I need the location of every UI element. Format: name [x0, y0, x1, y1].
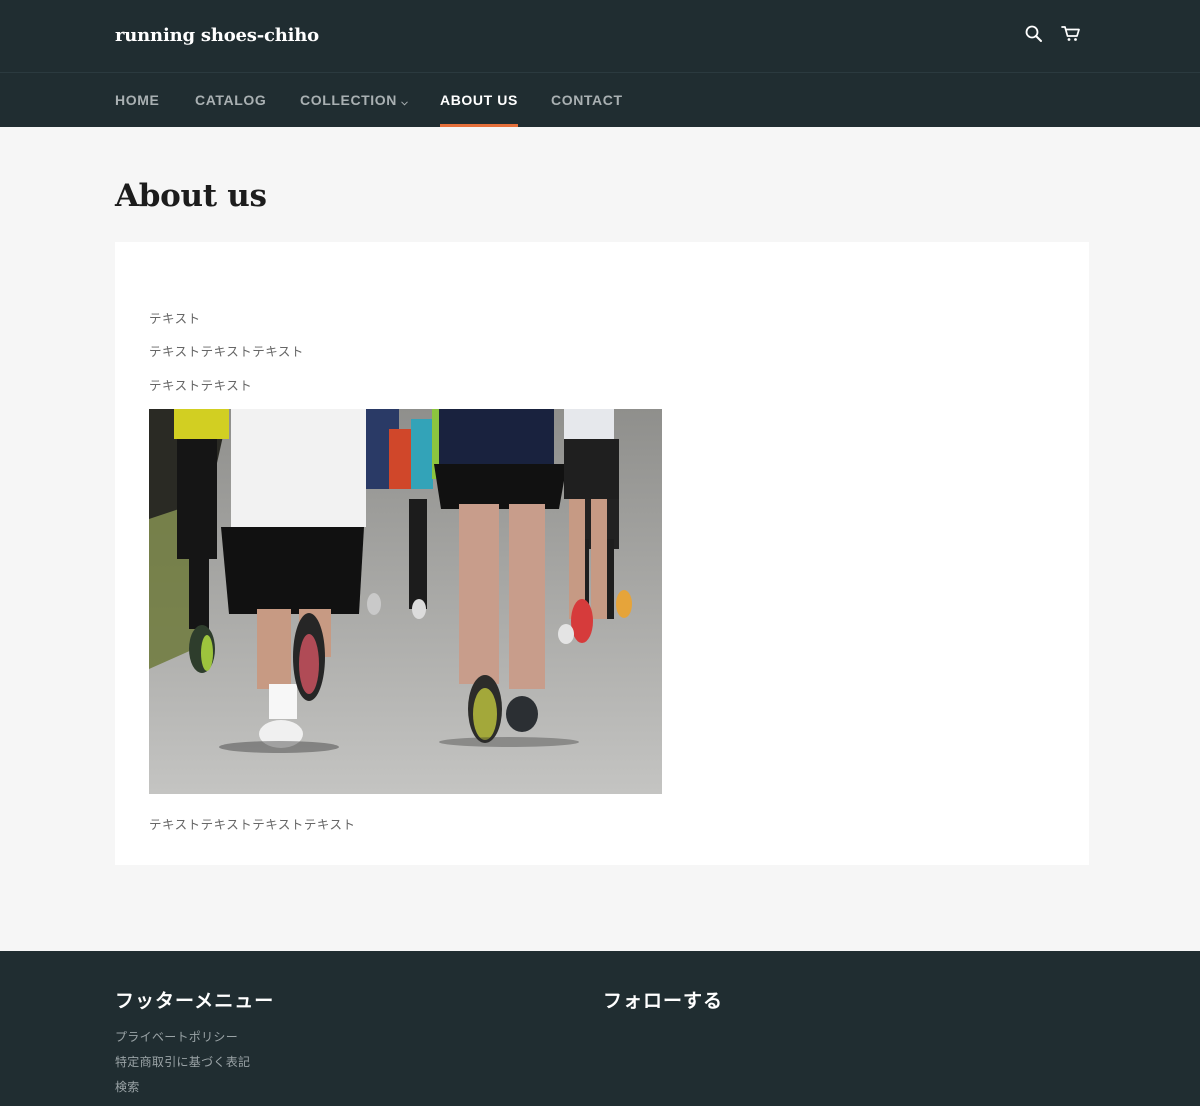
nav-label: ABOUT US — [440, 92, 518, 108]
body-text: テキスト — [149, 311, 201, 326]
site-footer: フッターメニュー フォローする プライベートポリシー 特定商取引に基づく表記 検… — [0, 951, 1200, 1106]
footer-menu-heading: フッターメニュー — [115, 990, 275, 1012]
body-text: テキストテキストテキストテキスト — [149, 817, 356, 832]
nav-item-about-us[interactable]: ABOUT US — [440, 73, 518, 127]
site-header: running shoes-chiho HOME CATALOG COLLECT… — [0, 0, 1200, 127]
footer-link-commercial-transactions[interactable]: 特定商取引に基づく表記 — [115, 1053, 250, 1070]
nav-label: CONTACT — [551, 92, 623, 108]
main-nav: HOME CATALOG COLLECTION ABOUT US CONTACT — [0, 73, 1200, 127]
nav-label: HOME — [115, 92, 160, 108]
nav-item-collection[interactable]: COLLECTION — [300, 73, 408, 127]
footer-link-privacy-policy[interactable]: プライベートポリシー — [115, 1028, 238, 1045]
nav-item-contact[interactable]: CONTACT — [551, 73, 623, 127]
nav-label: COLLECTION — [300, 92, 397, 108]
footer-link-search[interactable]: 検索 — [115, 1078, 140, 1095]
cart-icon[interactable] — [1060, 24, 1082, 46]
chevron-down-icon — [401, 74, 408, 128]
body-text: テキストテキスト — [149, 378, 253, 393]
marathon-runners-photo — [149, 409, 662, 794]
nav-label: CATALOG — [195, 92, 267, 108]
body-text: テキストテキストテキスト — [149, 344, 304, 359]
nav-item-home[interactable]: HOME — [115, 73, 159, 127]
footer-follow-heading: フォローする — [603, 990, 724, 1012]
page-title: About us — [115, 178, 267, 214]
search-icon[interactable] — [1024, 24, 1046, 46]
content-card: テキスト テキストテキストテキスト テキストテキスト テキストテキストテキストテ… — [115, 242, 1089, 865]
nav-item-catalog[interactable]: CATALOG — [195, 73, 266, 127]
site-logo[interactable]: running shoes-chiho — [115, 25, 319, 46]
